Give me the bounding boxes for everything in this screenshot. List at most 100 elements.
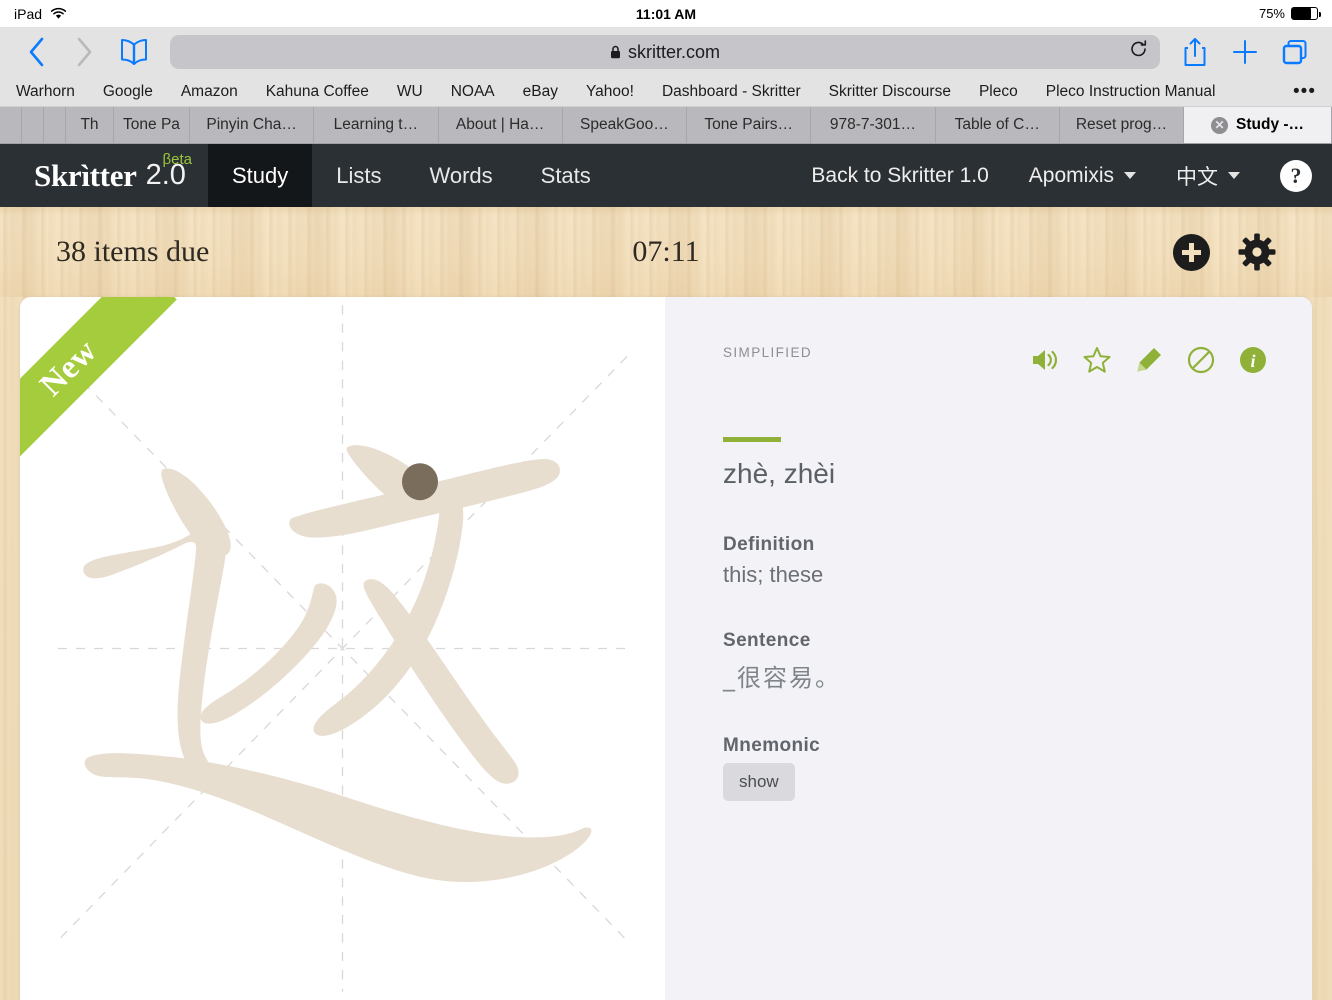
- tab-title: SpeakGoo…: [580, 116, 669, 133]
- ios-status-bar: iPad 11:01 AM 75%: [0, 0, 1332, 27]
- nav-tab-label: Study: [231, 162, 289, 188]
- back-to-skritter-1-link[interactable]: Back to Skritter 1.0: [791, 144, 1008, 207]
- chevron-down-icon: [1228, 172, 1240, 179]
- browser-tab[interactable]: Tone Pa: [114, 107, 190, 143]
- bookmark-item[interactable]: Pleco Instruction Manual: [1032, 83, 1230, 101]
- script-label: SIMPLIFIED: [723, 345, 813, 360]
- browser-tab[interactable]: Pinyin Cha…: [190, 107, 315, 143]
- back-button[interactable]: [14, 32, 58, 72]
- browser-tab[interactable]: About | Ha…: [438, 107, 563, 143]
- reload-icon[interactable]: [1129, 40, 1148, 65]
- nav-tab-label: Words: [429, 162, 493, 188]
- definition-heading: Definition: [723, 534, 815, 555]
- ban-icon[interactable]: [1186, 345, 1216, 375]
- audio-icon[interactable]: [1030, 345, 1060, 375]
- bookmark-item[interactable]: Kahuna Coffee: [252, 83, 383, 101]
- study-stage: New SIMPLIFIED i zhè, zhèi Definition th…: [0, 297, 1332, 1000]
- bookmark-item[interactable]: WU: [383, 83, 437, 101]
- plus-circle-icon[interactable]: [1173, 233, 1210, 271]
- info-panel-header: SIMPLIFIED i: [723, 345, 1268, 375]
- nav-tab-words[interactable]: Words: [405, 144, 516, 207]
- language-menu[interactable]: 中文: [1156, 144, 1260, 207]
- bookmark-item[interactable]: Pleco: [965, 83, 1032, 101]
- new-tab-button[interactable]: [1222, 32, 1268, 72]
- browser-tab[interactable]: [22, 107, 44, 143]
- bookmark-item[interactable]: eBay: [509, 83, 572, 101]
- status-clock: 11:01 AM: [635, 5, 697, 22]
- tab-title: Table of C…: [954, 116, 1040, 133]
- bookmark-item[interactable]: Dashboard - Skritter: [648, 83, 815, 101]
- tab-title: Tone Pairs…: [704, 116, 794, 133]
- tab-title: 978-7-301…: [829, 116, 917, 133]
- tab-title: Th: [80, 116, 99, 133]
- gear-icon[interactable]: [1238, 233, 1276, 271]
- svg-text:i: i: [1250, 351, 1255, 371]
- brand-logo[interactable]: Skrìtter 2.0 βeta: [0, 144, 208, 207]
- pencil-icon[interactable]: [1134, 345, 1164, 375]
- lock-icon: [610, 45, 621, 59]
- bookmark-item[interactable]: Warhorn: [16, 83, 89, 101]
- bookmark-item[interactable]: NOAA: [437, 83, 509, 101]
- battery-icon: [1291, 7, 1322, 20]
- bookmarks-bar: Warhorn Google Amazon Kahuna Coffee WU N…: [0, 77, 1332, 107]
- character-strokes: [83, 445, 592, 883]
- tab-title: Learning t…: [333, 116, 419, 133]
- nav-tab-stats[interactable]: Stats: [517, 144, 615, 207]
- address-bar[interactable]: skritter.com: [170, 35, 1160, 69]
- bookmark-item[interactable]: Amazon: [167, 83, 252, 101]
- browser-tab[interactable]: 978-7-301…: [811, 107, 936, 143]
- tab-title: Tone Pa: [123, 116, 180, 133]
- bookmarks-more-icon[interactable]: •••: [1283, 81, 1316, 103]
- battery-percent: 75%: [1258, 6, 1285, 21]
- sentence-text: _很容易。: [723, 664, 841, 692]
- help-button[interactable]: ?: [1260, 144, 1332, 207]
- chevron-down-icon: [1124, 172, 1136, 179]
- star-icon[interactable]: [1082, 345, 1112, 375]
- nav-tab-lists[interactable]: Lists: [312, 144, 405, 207]
- study-header-actions: [1173, 233, 1276, 271]
- skritter-navbar: Skrìtter 2.0 βeta Study Lists Words Stat…: [0, 144, 1332, 207]
- account-menu[interactable]: Apomixis: [1009, 144, 1156, 207]
- mnemonic-heading: Mnemonic: [723, 735, 821, 756]
- close-icon[interactable]: ✕: [1211, 116, 1229, 134]
- tab-strip: Th Tone Pa Pinyin Cha… Learning t… About…: [0, 107, 1332, 144]
- language-label: 中文: [1176, 165, 1218, 189]
- browser-tab[interactable]: Table of C…: [935, 107, 1060, 143]
- device-label: iPad: [14, 5, 43, 22]
- study-timer: 07:11: [632, 235, 700, 268]
- tabs-overview-button[interactable]: [1272, 32, 1318, 72]
- bookmark-item[interactable]: Yahoo!: [572, 83, 648, 101]
- browser-tab[interactable]: Th: [66, 107, 114, 143]
- definition-text: this; these: [723, 562, 824, 587]
- browser-tab[interactable]: SpeakGoo…: [562, 107, 688, 143]
- nav-tab-label: Stats: [540, 162, 591, 188]
- show-mnemonic-button[interactable]: show: [723, 763, 795, 801]
- bookmark-item[interactable]: Skritter Discourse: [815, 83, 965, 101]
- writing-canvas[interactable]: New: [20, 297, 665, 1000]
- tab-title: About | Ha…: [455, 116, 545, 133]
- reading-pinyin: zhè, zhèi: [723, 458, 836, 489]
- browser-tab[interactable]: [0, 107, 22, 143]
- share-icon[interactable]: [1172, 32, 1218, 72]
- tab-title: Pinyin Cha…: [206, 116, 297, 133]
- browser-tab[interactable]: Learning t…: [314, 107, 439, 143]
- browser-tab-active[interactable]: ✕ Study -…: [1184, 107, 1332, 143]
- forward-button[interactable]: [62, 32, 106, 72]
- brand-name: Skrìtter: [34, 157, 137, 193]
- browser-tab[interactable]: Reset prog…: [1059, 107, 1185, 143]
- status-left: iPad: [14, 6, 67, 22]
- account-label: Apomixis: [1028, 163, 1114, 187]
- safari-toolbar: skritter.com: [0, 27, 1332, 77]
- browser-tab[interactable]: Tone Pairs…: [687, 107, 812, 143]
- bookmark-item[interactable]: Google: [89, 83, 167, 101]
- beta-badge: βeta: [162, 151, 192, 168]
- study-header: 38 items due 07:11: [0, 207, 1332, 297]
- navbar-right: Back to Skritter 1.0 Apomixis 中文 ?: [791, 144, 1332, 207]
- reading-divider: [723, 437, 781, 442]
- nav-tab-label: Lists: [336, 162, 382, 188]
- nav-tab-study[interactable]: Study: [207, 144, 313, 207]
- info-icon[interactable]: i: [1238, 345, 1268, 375]
- bookmarks-icon[interactable]: [110, 32, 158, 72]
- browser-tab[interactable]: [44, 107, 66, 143]
- info-panel: SIMPLIFIED i zhè, zhèi Definition this; …: [665, 297, 1312, 1000]
